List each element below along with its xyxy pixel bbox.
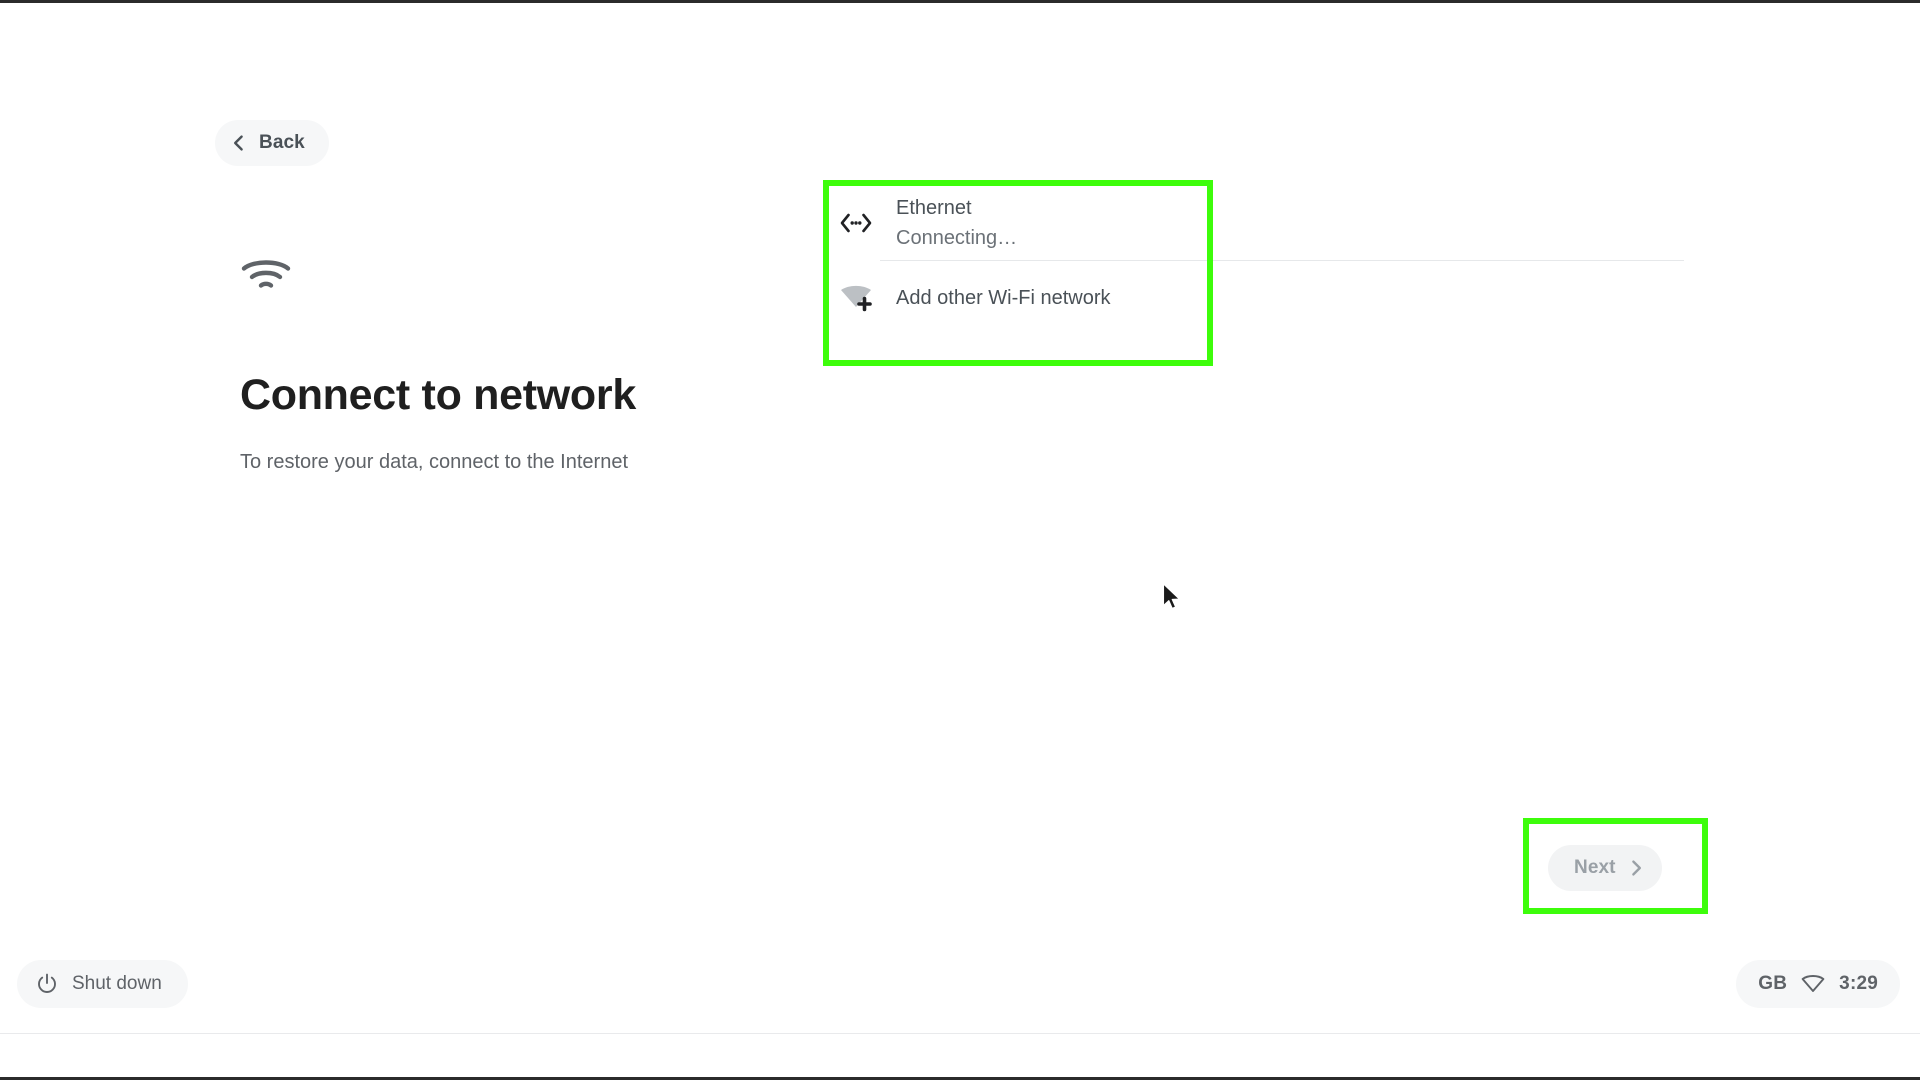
chevron-left-icon <box>229 133 249 153</box>
network-item-name: Ethernet <box>896 196 972 219</box>
wifi-off-icon <box>1801 974 1825 994</box>
status-tray[interactable]: GB 3:29 <box>1736 960 1900 1008</box>
back-button[interactable]: Back <box>215 120 329 166</box>
network-item-name: Add other Wi-Fi network <box>896 286 1111 309</box>
network-item-ethernet[interactable]: Ethernet Connecting… <box>828 186 1708 260</box>
back-button-label: Back <box>259 132 305 153</box>
chevron-right-icon <box>1626 858 1646 878</box>
arrow-cursor <box>1162 583 1184 613</box>
shutdown-button[interactable]: Shut down <box>17 960 188 1008</box>
page-subtitle: To restore your data, connect to the Int… <box>240 451 629 474</box>
locale-indicator: GB <box>1758 973 1788 994</box>
next-button-label: Next <box>1574 857 1616 878</box>
hero-section: Connect to network To restore your data,… <box>240 255 800 474</box>
clock: 3:29 <box>1839 973 1878 994</box>
network-list: Ethernet Connecting… Add other Wi-Fi net… <box>828 186 1708 335</box>
next-button[interactable]: Next <box>1548 845 1662 891</box>
wifi-add-icon <box>828 278 884 318</box>
ethernet-icon <box>828 203 884 243</box>
network-item-status: Connecting… <box>896 226 1018 249</box>
network-item-add-other-wifi[interactable]: Add other Wi-Fi network <box>828 261 1708 335</box>
wifi-icon <box>240 255 292 295</box>
power-icon <box>35 972 59 996</box>
shutdown-button-label: Shut down <box>72 973 162 994</box>
page-title: Connect to network <box>240 371 636 419</box>
oobe-screen: Back Connect to network To restore your … <box>0 0 1920 1080</box>
shelf-divider <box>0 1033 1920 1034</box>
top-edge-line <box>0 0 1920 3</box>
